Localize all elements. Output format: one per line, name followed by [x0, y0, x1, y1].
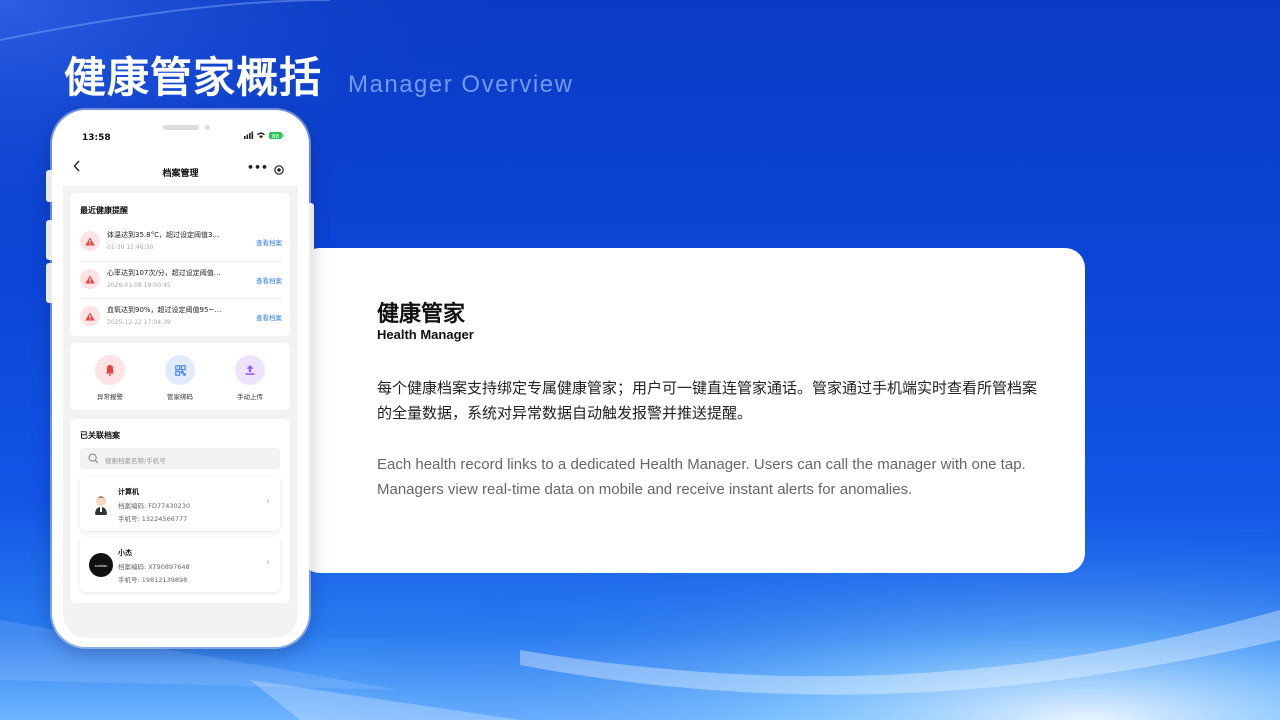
search-icon	[88, 453, 99, 464]
quick-action-label: 手动上传	[237, 393, 263, 401]
alert-item[interactable]: 体温达到35.8°C，超过设定阈值3… 01-30 12:46:30 查看档案	[80, 224, 282, 260]
alert-text: 体温达到35.8°C，超过设定阈值3…	[107, 231, 220, 239]
view-record-link[interactable]: 查看档案	[256, 237, 282, 247]
record-name: 计算机	[118, 488, 139, 496]
alert-time: 2026-01-08 19:00:45	[107, 282, 171, 289]
quick-action-qrcode[interactable]: 管家绑码	[150, 355, 210, 401]
upload-icon	[235, 355, 265, 385]
warning-icon	[80, 269, 100, 289]
quick-action-label: 管家绑码	[167, 393, 193, 401]
records-title: 已关联档案	[80, 431, 120, 440]
search-input[interactable]: 搜索档案名称/手机号	[80, 448, 280, 469]
alert-item[interactable]: 血氧达到90%，超过设定阈值95~… 2025-12-22 17:04:39 查…	[80, 298, 282, 334]
alert-item[interactable]: 心率达到107次/分，超过设定阈值… 2026-01-08 19:00:45 查…	[80, 261, 282, 297]
battery-icon: 88	[269, 132, 284, 140]
page-subtitle: Manager Overview	[348, 71, 574, 98]
chevron-right-icon: ›	[266, 496, 270, 507]
view-record-link[interactable]: 查看档案	[256, 312, 282, 322]
alert-text: 心率达到107次/分，超过设定阈值…	[107, 269, 221, 277]
quick-actions-panel: 异常报警 管家绑码 手动上传	[70, 343, 290, 410]
more-icon[interactable]: •••	[247, 161, 268, 174]
alert-time: 01-30 12:46:30	[107, 244, 154, 251]
phone-screen: 13:58 88 档案管理 ••• 最近健康提醒 体温达到35.8°C，超过设定…	[63, 120, 298, 638]
record-code: 档案编码: XT90897648	[118, 563, 190, 571]
alert-text: 血氧达到90%，超过设定阈值95~…	[107, 306, 222, 314]
camera-dot	[205, 125, 210, 130]
card-heading: 健康管家	[377, 302, 466, 327]
phone-mockup: 13:58 88 档案管理 ••• 最近健康提醒 体温达到35.8°C，超过设定…	[52, 110, 309, 647]
status-icons: 88	[244, 131, 284, 140]
linked-records-panel: 已关联档案 搜索档案名称/手机号 计算机 档案编码: FD77430230 手机…	[70, 419, 290, 603]
record-phone: 手机号: 19812139898	[118, 576, 188, 584]
target-icon[interactable]	[274, 165, 284, 175]
svg-text:88: 88	[272, 134, 279, 140]
status-time: 13:58	[82, 133, 111, 143]
quick-action-alarm[interactable]: 异常报警	[80, 355, 140, 401]
signal-icon	[244, 131, 254, 139]
record-code: 档案编码: FD77430230	[118, 502, 191, 510]
quick-action-label: 异常报警	[97, 393, 123, 401]
wifi-icon	[257, 132, 265, 139]
search-placeholder: 搜索档案名称/手机号	[105, 457, 166, 465]
alerts-title: 最近健康提醒	[80, 206, 128, 215]
info-card: 健康管家 Health Manager 每个健康档案支持绑定专属健康管家；用户可…	[300, 248, 1085, 573]
page-title: 健康管家概括	[64, 53, 323, 102]
view-record-link[interactable]: 查看档案	[256, 275, 282, 285]
qrcode-icon	[165, 355, 195, 385]
dynamic-island	[163, 125, 199, 130]
card-heading-en: Health Manager	[377, 327, 474, 342]
card-description-zh: 每个健康档案支持绑定专属健康管家；用户可一键直连管家通话。管家通过手机端实时查看…	[377, 379, 1038, 422]
card-description-en: Each health record links to a dedicated …	[377, 456, 1026, 498]
avatar: xunliao	[89, 553, 113, 577]
health-alerts-panel: 最近健康提醒 体温达到35.8°C，超过设定阈值3… 01-30 12:46:3…	[70, 193, 290, 336]
record-card[interactable]: xunliao 小杰 档案编码: XT90897648 手机号: 1981213…	[80, 537, 280, 592]
chevron-right-icon: ›	[266, 557, 270, 568]
quick-action-upload[interactable]: 手动上传	[220, 355, 280, 401]
record-phone: 手机号: 13224566777	[118, 515, 188, 523]
warning-icon	[80, 306, 100, 326]
alert-time: 2025-12-22 17:04:39	[107, 319, 171, 326]
bell-icon	[95, 355, 125, 385]
avatar	[89, 492, 113, 516]
nav-bar: 档案管理 •••	[63, 152, 298, 186]
header: 健康管家概括 Manager Overview	[64, 44, 573, 105]
warning-icon	[80, 231, 100, 251]
status-bar: 13:58 88	[63, 120, 298, 152]
record-card[interactable]: 计算机 档案编码: FD77430230 手机号: 13224566777 ›	[80, 476, 280, 531]
record-name: 小杰	[118, 549, 132, 557]
